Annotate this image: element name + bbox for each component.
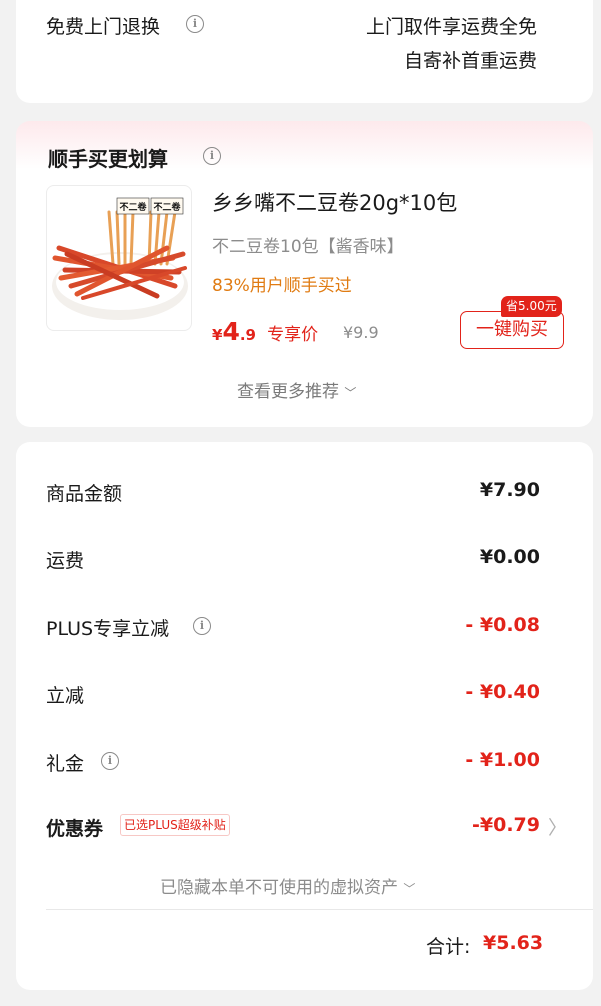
price-summary-card: 商品金额 ¥7.90 运费 ¥0.00 PLUS专享立减 i - ¥0.08 立…	[16, 442, 593, 990]
bean-roll-image: 不二卷 不二卷	[52, 197, 188, 320]
chevron-down-icon: ﹀	[403, 882, 416, 896]
product-name[interactable]: 乡乡嘴不二豆卷20g*10包	[212, 187, 457, 217]
svg-text:不二卷: 不二卷	[153, 201, 181, 213]
total-value: ¥5.63	[483, 932, 544, 954]
price-symbol: ¥	[212, 326, 223, 344]
hidden-assets-label: 已隐藏本单不可使用的虚拟资产	[160, 878, 398, 898]
gift-money-label: 礼金	[46, 753, 85, 775]
plus-discount-value: - ¥0.08	[465, 614, 540, 636]
free-pickup-text: 上门取件享运费全免	[365, 16, 537, 38]
divider	[46, 909, 593, 910]
goods-amount-value: ¥7.90	[479, 479, 540, 501]
info-icon[interactable]: i	[193, 617, 211, 635]
social-proof: 83%用户顺手买过	[212, 276, 352, 296]
chevron-down-icon: ﹀	[344, 386, 357, 400]
price-tag: 专享价	[267, 325, 319, 345]
svg-text:不二卷: 不二卷	[119, 201, 147, 213]
exclusive-price: ¥4.9 专享价	[212, 317, 318, 346]
more-recommend-label: 查看更多推荐	[237, 382, 339, 402]
instant-discount-label: 立减	[46, 685, 85, 707]
info-icon[interactable]: i	[203, 147, 221, 165]
shipping-value: ¥0.00	[479, 546, 540, 568]
coupon-value[interactable]: -¥0.79	[472, 814, 540, 836]
plus-subsidy-tag: 已选PLUS超级补贴	[120, 814, 230, 836]
info-icon[interactable]: i	[186, 15, 204, 33]
goods-amount-label: 商品金额	[46, 483, 123, 505]
free-return-title: 免费上门退换	[46, 16, 161, 38]
original-price: ¥9.9	[343, 323, 379, 342]
total-label: 合计:	[426, 936, 471, 958]
more-recommend-link[interactable]: 查看更多推荐 ﹀	[237, 377, 356, 402]
price-decimal: .9	[239, 326, 256, 344]
chevron-right-icon[interactable]: 〉	[548, 813, 567, 840]
bundle-recommend-card: 顺手买更划算 i 不二卷 不二卷 乡乡嘴不二豆卷20g*10包 不二豆卷10包【…	[16, 121, 593, 427]
info-icon[interactable]: i	[101, 752, 119, 770]
shipping-label: 运费	[46, 550, 85, 572]
save-badge: 省5.00元	[501, 296, 562, 317]
price-integer: 4	[222, 317, 240, 346]
instant-discount-value: - ¥0.40	[465, 681, 540, 703]
hidden-assets-toggle[interactable]: 已隐藏本单不可使用的虚拟资产 ﹀	[160, 873, 415, 898]
bundle-title: 顺手买更划算	[48, 147, 168, 171]
coupon-label[interactable]: 优惠券	[46, 814, 103, 841]
product-image[interactable]: 不二卷 不二卷	[46, 185, 192, 331]
gift-money-value: - ¥1.00	[465, 749, 540, 771]
product-spec: 不二豆卷10包【酱香味】	[212, 237, 404, 257]
self-send-text: 自寄补首重运费	[403, 50, 537, 72]
free-return-card: 免费上门退换 i 上门取件享运费全免 自寄补首重运费	[16, 0, 593, 103]
plus-discount-label: PLUS专享立减	[46, 618, 170, 640]
